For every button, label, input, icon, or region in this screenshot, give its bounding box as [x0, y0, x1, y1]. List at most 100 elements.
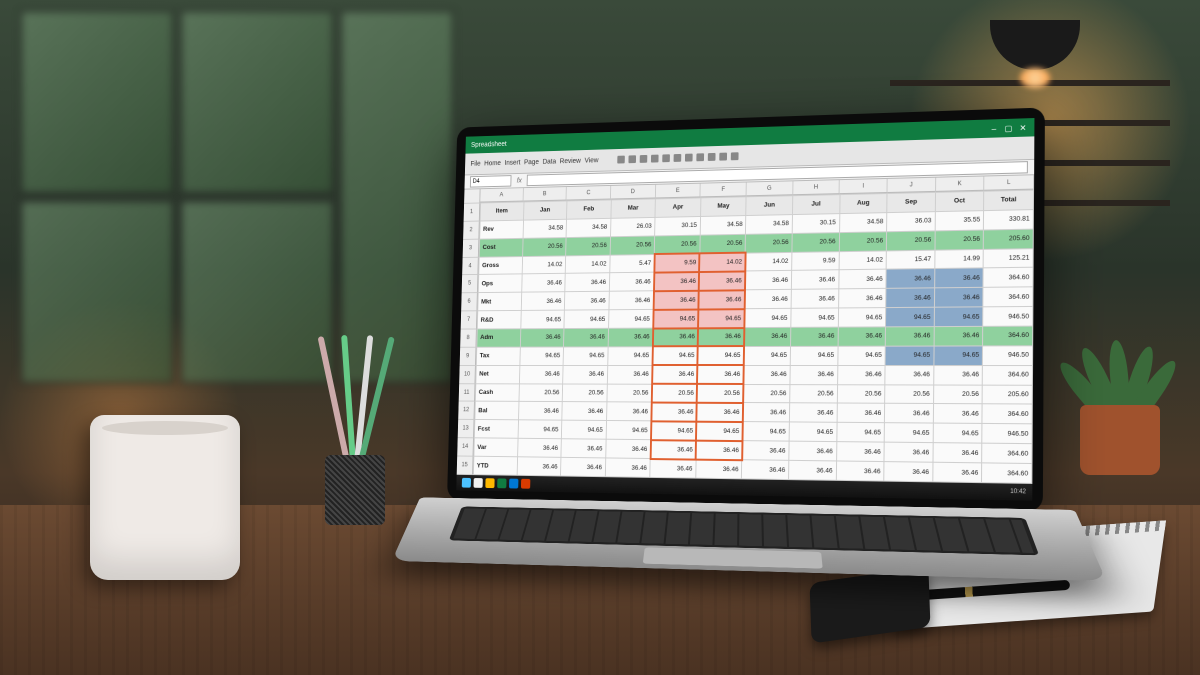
cell[interactable]: 36.46 — [933, 404, 982, 424]
cell[interactable]: 36.46 — [521, 274, 565, 293]
cell[interactable]: 36.46 — [565, 292, 610, 311]
cell[interactable]: 36.46 — [742, 460, 789, 480]
cell[interactable]: 14.99 — [935, 249, 984, 269]
cell[interactable]: 36.46 — [885, 404, 934, 424]
cell[interactable]: 14.02 — [839, 251, 887, 271]
ribbon-tab[interactable]: Insert — [505, 159, 521, 166]
cell[interactable]: 94.65 — [608, 310, 653, 329]
cell[interactable]: 26.03 — [610, 217, 655, 236]
ribbon-tab[interactable]: Page — [524, 159, 539, 166]
cell[interactable]: 94.65 — [836, 423, 884, 443]
row-header[interactable]: 3 — [463, 239, 480, 257]
cell[interactable]: 364.60 — [982, 443, 1032, 463]
redo-icon[interactable] — [639, 155, 647, 163]
cell[interactable]: 36.46 — [884, 462, 933, 482]
cell[interactable]: 36.46 — [652, 365, 698, 384]
cell[interactable]: 36.46 — [653, 328, 699, 347]
cell[interactable]: 94.65 — [520, 310, 564, 329]
row-header[interactable]: 5 — [462, 275, 479, 293]
cell[interactable]: 94.65 — [934, 346, 983, 365]
column-header[interactable]: C — [567, 186, 611, 201]
cell[interactable]: 94.65 — [742, 422, 789, 441]
cell[interactable]: 36.46 — [561, 439, 606, 458]
cell[interactable]: 36.46 — [933, 462, 982, 482]
save-icon[interactable] — [617, 156, 625, 164]
cell[interactable]: 94.65 — [651, 421, 697, 440]
ribbon-tab[interactable]: File — [470, 160, 480, 167]
cell[interactable]: Bal — [475, 402, 519, 421]
cell[interactable]: 36.46 — [561, 457, 606, 476]
cell[interactable]: 14.02 — [522, 255, 566, 274]
cell[interactable]: 20.56 — [519, 383, 563, 402]
table-header-cell[interactable]: Mar — [611, 199, 656, 218]
cell[interactable]: 20.56 — [652, 384, 698, 403]
column-header[interactable]: A — [480, 188, 523, 202]
cell[interactable]: 94.65 — [934, 307, 983, 327]
cell[interactable]: YTD — [473, 456, 517, 475]
cell[interactable]: 364.60 — [983, 287, 1033, 307]
cell[interactable]: 15.47 — [886, 250, 934, 270]
table-header-cell[interactable]: Jul — [793, 195, 840, 215]
cell[interactable]: 36.46 — [609, 291, 654, 310]
cell[interactable]: 34.58 — [700, 215, 746, 234]
cell[interactable]: 34.58 — [566, 218, 610, 237]
cell[interactable]: 94.65 — [837, 346, 885, 365]
cell[interactable]: 36.46 — [789, 403, 837, 422]
cell[interactable]: 36.46 — [608, 328, 653, 347]
cell[interactable]: 20.56 — [885, 384, 934, 404]
cell[interactable]: 36.46 — [518, 402, 562, 421]
cell[interactable]: 36.46 — [651, 402, 697, 421]
taskbar-app-icon[interactable] — [474, 478, 483, 488]
border-icon[interactable] — [685, 154, 693, 162]
cell[interactable]: 36.46 — [745, 271, 792, 290]
column-header[interactable]: E — [656, 184, 701, 199]
row-header[interactable]: 1 — [464, 203, 481, 221]
cell[interactable]: 94.65 — [790, 346, 837, 365]
cells-table[interactable]: ItemJanFebMarAprMayJunJulAugSepOctTotalR… — [473, 190, 1034, 484]
cell[interactable]: 94.65 — [518, 420, 562, 439]
fill-icon[interactable] — [673, 154, 681, 162]
cell[interactable]: 94.65 — [564, 310, 609, 329]
cell[interactable]: Rev — [480, 220, 523, 239]
cell[interactable]: 35.55 — [935, 210, 984, 230]
cell[interactable]: 36.46 — [791, 270, 838, 289]
cell[interactable]: 94.65 — [838, 308, 886, 327]
taskbar-app-icon[interactable] — [521, 479, 530, 489]
cell[interactable]: 330.81 — [984, 209, 1034, 229]
cell[interactable]: 36.46 — [836, 461, 884, 481]
cell[interactable]: 20.56 — [562, 384, 607, 403]
cell[interactable]: 36.46 — [521, 292, 565, 311]
cell[interactable]: 94.65 — [606, 421, 651, 440]
cell[interactable]: 36.46 — [743, 403, 790, 422]
cell[interactable]: 36.46 — [519, 365, 563, 383]
table-header-cell[interactable]: Item — [480, 202, 523, 221]
cell[interactable]: 36.46 — [742, 441, 789, 461]
cell[interactable]: 34.58 — [523, 219, 567, 238]
row-header[interactable]: 13 — [458, 420, 475, 438]
cell[interactable]: 36.46 — [697, 403, 743, 422]
cell[interactable]: 364.60 — [983, 326, 1033, 346]
row-header[interactable]: 12 — [458, 402, 475, 420]
cell[interactable]: 36.46 — [933, 443, 982, 463]
cell[interactable]: Net — [476, 365, 520, 383]
cell[interactable]: 36.46 — [837, 403, 885, 423]
cell[interactable]: 36.46 — [606, 402, 651, 421]
cell[interactable]: 94.65 — [744, 346, 791, 365]
cell[interactable]: Gross — [479, 256, 523, 275]
row-header[interactable]: 9 — [460, 348, 477, 366]
table-header-cell[interactable]: May — [700, 197, 746, 217]
cell[interactable]: 94.65 — [884, 423, 933, 443]
cell[interactable]: 36.46 — [520, 329, 564, 347]
cell[interactable]: 94.65 — [698, 309, 744, 328]
cell[interactable]: 94.65 — [791, 308, 838, 327]
cell[interactable]: 94.65 — [520, 347, 564, 365]
cell[interactable]: 946.50 — [983, 307, 1033, 327]
cell[interactable]: 36.46 — [563, 365, 608, 383]
ribbon-tab[interactable]: Data — [542, 158, 556, 165]
cell[interactable]: 14.02 — [745, 252, 792, 271]
cell[interactable]: 946.50 — [982, 424, 1032, 444]
column-header[interactable]: F — [701, 182, 747, 197]
cell[interactable]: 94.65 — [933, 423, 982, 443]
taskbar-app-icon[interactable] — [497, 478, 506, 488]
cell[interactable]: 94.65 — [607, 347, 652, 366]
